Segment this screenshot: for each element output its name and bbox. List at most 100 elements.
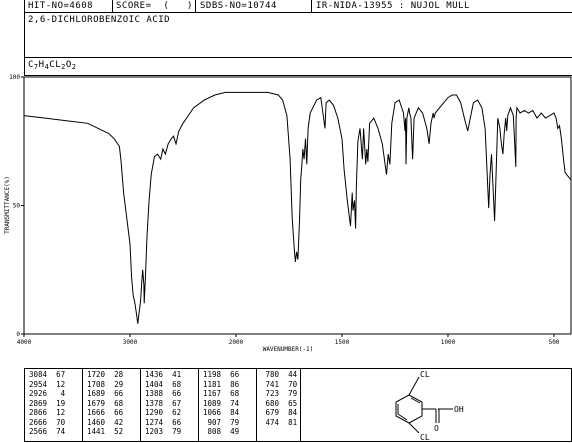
peak-wavenumber: 723 <box>261 389 280 398</box>
peak-column-separator <box>198 369 199 441</box>
peak-row: 1066 84 <box>203 408 240 418</box>
peak-wavenumber: 1167 <box>203 389 222 398</box>
y-tick-label: 100 <box>9 74 20 81</box>
peak-row: 780 44 <box>261 370 298 380</box>
peak-transmittance: 29 <box>105 379 124 389</box>
peak-transmittance: 12 <box>47 379 66 389</box>
peak-transmittance: 41 <box>163 370 182 379</box>
peak-wavenumber: 780 <box>261 370 280 379</box>
x-tick-label: 1500 <box>335 339 350 346</box>
peak-column-separator <box>256 369 257 441</box>
peak-row: 1708 29 <box>87 379 124 390</box>
peak-row: 1089 74 <box>203 398 239 409</box>
peak-row: 741 70 <box>261 379 298 390</box>
peak-wavenumber: 1274 <box>145 417 164 427</box>
peak-transmittance: 84 <box>221 408 240 417</box>
x-tick-label: 1000 <box>441 339 456 346</box>
peak-transmittance: 79 <box>163 427 182 436</box>
x-tick-label: 4000 <box>17 339 32 346</box>
peak-row: 1404 68 <box>145 380 181 390</box>
peak-row: 723 79 <box>261 389 298 399</box>
peak-transmittance: 12 <box>47 408 66 417</box>
peak-transmittance: 74 <box>47 427 66 436</box>
peak-wavenumber: 1708 <box>87 379 106 389</box>
peak-transmittance: 62 <box>163 408 182 417</box>
peak-row: 1441 52 <box>87 427 124 437</box>
peak-row: 679 84 <box>261 408 298 418</box>
peak-transmittance: 52 <box>105 427 124 436</box>
peak-transmittance: 66 <box>163 389 182 398</box>
peak-transmittance: 66 <box>105 389 124 398</box>
peak-transmittance: 79 <box>279 389 298 398</box>
peak-transmittance: 4 <box>47 389 66 398</box>
peak-wavenumber: 1290 <box>145 408 164 417</box>
peak-wavenumber: 679 <box>261 408 280 417</box>
peak-transmittance: 66 <box>221 370 240 379</box>
y-axis-label: TRANSMITTANCE(%) <box>4 176 11 234</box>
carbonyl-oxygen-label: O <box>434 424 439 433</box>
peak-wavenumber: 1666 <box>87 408 106 417</box>
peak-wavenumber: 1689 <box>87 389 106 398</box>
peak-wavenumber: 1089 <box>203 398 222 408</box>
peak-row: 1666 66 <box>87 408 124 418</box>
peak-wavenumber: 2954 <box>29 379 48 389</box>
peak-transmittance: 67 <box>163 398 182 408</box>
peak-wavenumber: 1388 <box>145 389 164 398</box>
peak-transmittance: 66 <box>105 408 124 417</box>
peak-wavenumber: 474 <box>261 417 280 427</box>
peak-row: 1378 67 <box>145 398 182 409</box>
peak-transmittance: 65 <box>279 398 298 408</box>
peak-row: 1290 62 <box>145 408 182 418</box>
peak-transmittance: 42 <box>105 417 124 427</box>
peak-transmittance: 70 <box>279 379 298 389</box>
peak-row: 1388 66 <box>145 389 182 399</box>
peak-row: 1203 79 <box>145 427 182 437</box>
chlorine-label-bottom: CL <box>420 433 430 441</box>
peak-row: 1679 68 <box>87 398 124 409</box>
peak-wavenumber: 2926 <box>29 389 48 398</box>
peak-row: 2954 12 <box>29 379 66 390</box>
peak-transmittance: 68 <box>221 389 240 398</box>
peak-wavenumber: 2866 <box>29 408 48 417</box>
peak-wavenumber: 2566 <box>29 427 48 436</box>
chlorine-label-top: CL <box>420 370 430 379</box>
peak-row: 2869 19 <box>29 398 66 409</box>
peak-wavenumber: 2666 <box>29 417 48 427</box>
peak-wavenumber: 3084 <box>29 370 48 379</box>
peak-wavenumber: 1066 <box>203 408 222 417</box>
peak-transmittance: 66 <box>163 417 182 427</box>
benzene-ring <box>395 394 423 424</box>
peak-column-separator <box>140 369 141 441</box>
peak-row: 1460 42 <box>87 417 124 428</box>
peak-wavenumber: 680 <box>261 398 280 408</box>
peak-row: 1181 86 <box>203 380 239 390</box>
substituent-bonds <box>408 376 453 434</box>
spectrum-viewer: HIT-NO=4608 SCORE= ( ) SDBS-NO=10744 IR-… <box>0 0 572 443</box>
peak-wavenumber: 808 <box>203 427 222 436</box>
peak-transmittance: 19 <box>47 398 66 408</box>
x-tick-label: 3000 <box>123 339 138 346</box>
y-tick-label: 50 <box>13 203 21 210</box>
peak-row: 1689 66 <box>87 389 124 399</box>
peak-transmittance: 44 <box>279 370 298 379</box>
peak-wavenumber: 1441 <box>87 427 106 436</box>
peak-row: 474 81 <box>261 417 298 428</box>
peak-row: 1167 68 <box>203 389 240 399</box>
y-tick-label: 0 <box>16 331 20 338</box>
peak-table: 3084 67 2954 12 2926 4 2869 19 2866 12 2666 7… <box>29 369 299 441</box>
peak-wavenumber: 1203 <box>145 427 164 436</box>
peak-wavenumber: 2869 <box>29 398 48 408</box>
peak-row: 1720 28 <box>87 370 124 380</box>
peak-transmittance: 67 <box>47 370 66 379</box>
peak-transmittance: 79 <box>221 417 240 427</box>
peak-wavenumber: 1198 <box>203 370 222 379</box>
peak-row: 1274 66 <box>145 417 182 428</box>
peak-transmittance: 28 <box>105 370 124 379</box>
hydroxyl-label: OH <box>454 405 464 414</box>
peak-transmittance: 68 <box>105 398 124 408</box>
peak-row: 3084 67 <box>29 370 66 380</box>
peak-row: 808 49 <box>203 427 240 437</box>
peak-wavenumber: 1720 <box>87 370 106 379</box>
peak-wavenumber: 741 <box>261 379 280 389</box>
peak-transmittance: 81 <box>279 417 298 427</box>
